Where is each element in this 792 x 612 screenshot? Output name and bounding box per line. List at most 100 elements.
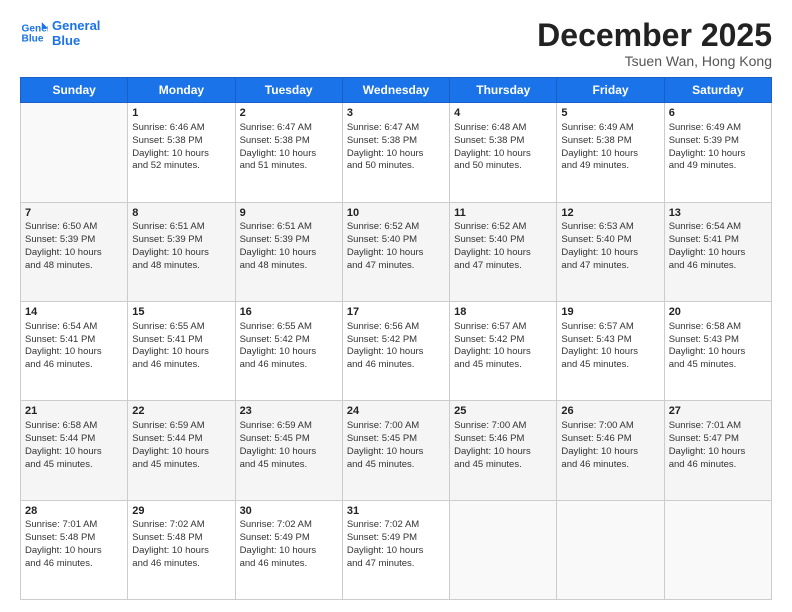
day-info: Daylight: 10 hours — [25, 545, 123, 558]
calendar-cell: 2Sunrise: 6:47 AMSunset: 5:38 PMDaylight… — [235, 103, 342, 202]
day-number: 17 — [347, 305, 445, 320]
day-info: Sunset: 5:42 PM — [454, 334, 552, 347]
day-info: Daylight: 10 hours — [561, 247, 659, 260]
day-info: Sunrise: 6:54 AM — [669, 221, 767, 234]
day-info: Sunrise: 6:55 AM — [240, 321, 338, 334]
day-info: Sunrise: 6:52 AM — [454, 221, 552, 234]
day-info: and 47 minutes. — [454, 260, 552, 273]
day-number: 4 — [454, 106, 552, 121]
day-info: Daylight: 10 hours — [561, 446, 659, 459]
calendar-cell: 10Sunrise: 6:52 AMSunset: 5:40 PMDayligh… — [342, 202, 449, 301]
day-info: Daylight: 10 hours — [347, 148, 445, 161]
day-info: Daylight: 10 hours — [669, 247, 767, 260]
day-info: and 49 minutes. — [669, 160, 767, 173]
day-info: Daylight: 10 hours — [25, 446, 123, 459]
day-number: 19 — [561, 305, 659, 320]
day-info: Sunrise: 6:47 AM — [240, 122, 338, 135]
calendar-cell: 13Sunrise: 6:54 AMSunset: 5:41 PMDayligh… — [664, 202, 771, 301]
day-info: Sunset: 5:40 PM — [347, 234, 445, 247]
day-info: Daylight: 10 hours — [240, 545, 338, 558]
day-number: 12 — [561, 206, 659, 221]
day-info: Sunset: 5:47 PM — [669, 433, 767, 446]
day-info: Daylight: 10 hours — [669, 148, 767, 161]
day-number: 9 — [240, 206, 338, 221]
day-info: and 50 minutes. — [347, 160, 445, 173]
day-info: and 46 minutes. — [561, 459, 659, 472]
day-number: 8 — [132, 206, 230, 221]
calendar-cell — [21, 103, 128, 202]
day-info: Sunset: 5:39 PM — [25, 234, 123, 247]
calendar-week-row: 21Sunrise: 6:58 AMSunset: 5:44 PMDayligh… — [21, 401, 772, 500]
day-info: and 46 minutes. — [25, 359, 123, 372]
day-info: Daylight: 10 hours — [347, 446, 445, 459]
day-info: Sunrise: 7:02 AM — [240, 519, 338, 532]
calendar-cell: 29Sunrise: 7:02 AMSunset: 5:48 PMDayligh… — [128, 500, 235, 599]
day-info: Daylight: 10 hours — [561, 346, 659, 359]
day-info: Sunset: 5:49 PM — [240, 532, 338, 545]
day-info: Sunrise: 6:54 AM — [25, 321, 123, 334]
day-info: and 46 minutes. — [132, 558, 230, 571]
calendar-cell: 23Sunrise: 6:59 AMSunset: 5:45 PMDayligh… — [235, 401, 342, 500]
day-info: Sunset: 5:45 PM — [347, 433, 445, 446]
day-info: and 48 minutes. — [25, 260, 123, 273]
day-info: Sunrise: 6:47 AM — [347, 122, 445, 135]
calendar-cell: 3Sunrise: 6:47 AMSunset: 5:38 PMDaylight… — [342, 103, 449, 202]
day-info: Sunset: 5:39 PM — [240, 234, 338, 247]
calendar-cell: 24Sunrise: 7:00 AMSunset: 5:45 PMDayligh… — [342, 401, 449, 500]
calendar-week-row: 28Sunrise: 7:01 AMSunset: 5:48 PMDayligh… — [21, 500, 772, 599]
day-info: Sunrise: 7:01 AM — [669, 420, 767, 433]
calendar-cell: 9Sunrise: 6:51 AMSunset: 5:39 PMDaylight… — [235, 202, 342, 301]
logo: General Blue General Blue — [20, 18, 100, 48]
day-info: Sunset: 5:48 PM — [25, 532, 123, 545]
day-info: Sunrise: 6:57 AM — [454, 321, 552, 334]
header: General Blue General Blue December 2025 … — [20, 18, 772, 69]
day-info: Sunset: 5:40 PM — [454, 234, 552, 247]
day-info: Sunset: 5:44 PM — [132, 433, 230, 446]
day-info: Daylight: 10 hours — [132, 346, 230, 359]
day-info: Sunrise: 6:55 AM — [132, 321, 230, 334]
month-title: December 2025 — [537, 18, 772, 53]
day-number: 21 — [25, 404, 123, 419]
title-block: December 2025 Tsuen Wan, Hong Kong — [537, 18, 772, 69]
calendar-week-row: 7Sunrise: 6:50 AMSunset: 5:39 PMDaylight… — [21, 202, 772, 301]
day-info: Sunrise: 6:58 AM — [669, 321, 767, 334]
day-info: Daylight: 10 hours — [347, 247, 445, 260]
day-info: Daylight: 10 hours — [454, 148, 552, 161]
location: Tsuen Wan, Hong Kong — [537, 53, 772, 69]
calendar-cell: 25Sunrise: 7:00 AMSunset: 5:46 PMDayligh… — [450, 401, 557, 500]
day-number: 30 — [240, 504, 338, 519]
day-number: 28 — [25, 504, 123, 519]
day-number: 11 — [454, 206, 552, 221]
calendar-week-row: 14Sunrise: 6:54 AMSunset: 5:41 PMDayligh… — [21, 301, 772, 400]
day-number: 26 — [561, 404, 659, 419]
day-info: Sunrise: 6:51 AM — [240, 221, 338, 234]
calendar-day-header: Tuesday — [235, 78, 342, 103]
day-info: Daylight: 10 hours — [240, 247, 338, 260]
day-info: and 45 minutes. — [669, 359, 767, 372]
day-info: Sunrise: 6:52 AM — [347, 221, 445, 234]
day-info: Daylight: 10 hours — [347, 346, 445, 359]
day-info: and 45 minutes. — [454, 459, 552, 472]
day-number: 2 — [240, 106, 338, 121]
calendar-cell: 28Sunrise: 7:01 AMSunset: 5:48 PMDayligh… — [21, 500, 128, 599]
day-info: Sunset: 5:39 PM — [669, 135, 767, 148]
day-info: Daylight: 10 hours — [669, 446, 767, 459]
day-info: and 47 minutes. — [347, 558, 445, 571]
day-info: Sunset: 5:42 PM — [240, 334, 338, 347]
day-number: 29 — [132, 504, 230, 519]
day-info: and 47 minutes. — [347, 260, 445, 273]
day-info: Sunrise: 7:00 AM — [454, 420, 552, 433]
day-info: and 46 minutes. — [669, 260, 767, 273]
day-info: Daylight: 10 hours — [25, 247, 123, 260]
calendar-cell — [664, 500, 771, 599]
day-info: Daylight: 10 hours — [240, 148, 338, 161]
day-info: Sunset: 5:45 PM — [240, 433, 338, 446]
day-info: Sunset: 5:38 PM — [561, 135, 659, 148]
day-number: 18 — [454, 305, 552, 320]
calendar-cell — [450, 500, 557, 599]
day-info: Sunset: 5:41 PM — [25, 334, 123, 347]
day-info: Sunrise: 7:02 AM — [132, 519, 230, 532]
calendar-cell: 21Sunrise: 6:58 AMSunset: 5:44 PMDayligh… — [21, 401, 128, 500]
day-info: Sunset: 5:38 PM — [347, 135, 445, 148]
calendar-week-row: 1Sunrise: 6:46 AMSunset: 5:38 PMDaylight… — [21, 103, 772, 202]
